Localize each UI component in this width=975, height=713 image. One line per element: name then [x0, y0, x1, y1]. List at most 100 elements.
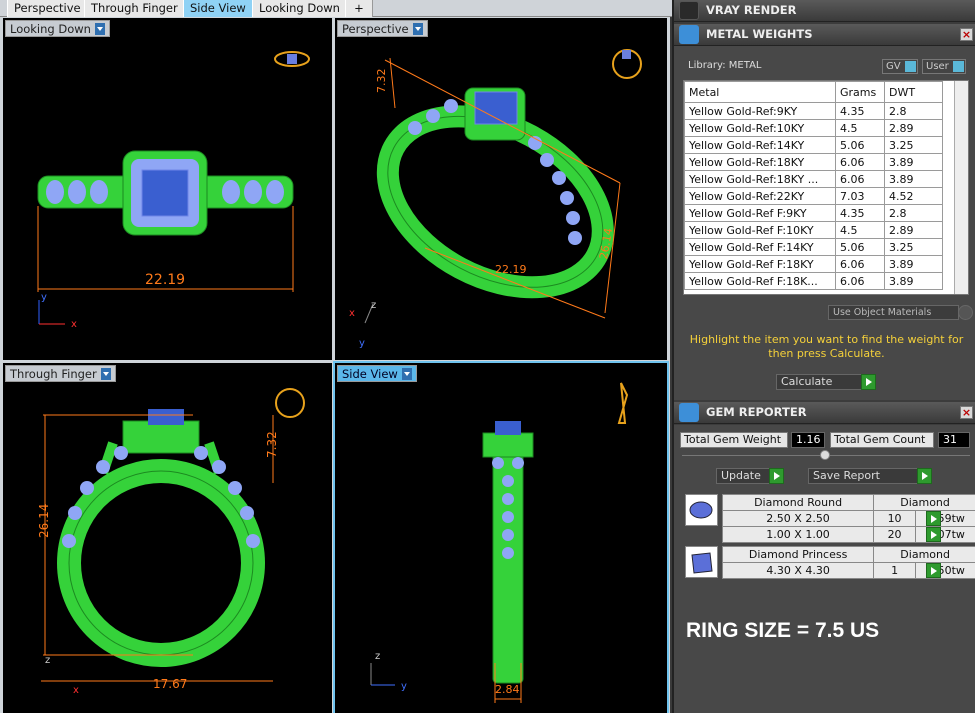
table-row[interactable]: Yellow Gold-Ref F:18K... 6.06 3.89 [684, 272, 943, 290]
dwt-cell: 3.89 [884, 153, 943, 171]
table-row[interactable]: Yellow Gold-Ref:18KY 6.06 3.89 [684, 153, 943, 171]
vray-icon [679, 1, 699, 20]
add-tab-button[interactable]: + [345, 0, 373, 17]
metal-weights-header[interactable]: METAL WEIGHTS × [674, 24, 975, 46]
svg-text:y: y [41, 292, 47, 303]
vray-render-header[interactable]: VRAY RENDER [674, 0, 975, 22]
total-gem-count-value: 31 [938, 432, 970, 448]
viewport-menu-through-finger[interactable]: Through Finger [5, 365, 116, 382]
total-gem-weight-label: Total Gem Weight [680, 432, 788, 448]
viewport-side-view[interactable]: 2.84 z y Side View [333, 361, 669, 713]
viewport-menu-perspective[interactable]: Perspective [337, 20, 428, 37]
svg-text:y: y [359, 338, 365, 349]
grams-cell: 5.06 [835, 136, 885, 154]
metal-name-cell: Yellow Gold-Ref F:9KY [684, 204, 836, 222]
tab-side-view[interactable]: Side View [183, 0, 253, 17]
side-panel: VRAY RENDER METAL WEIGHTS × Library: MET… [672, 0, 975, 713]
svg-text:7.32: 7.32 [265, 431, 279, 458]
tab-perspective[interactable]: Perspective [7, 0, 88, 17]
select-gems-button[interactable] [926, 563, 941, 578]
grams-cell: 7.03 [835, 187, 885, 205]
dwt-cell: 3.25 [884, 136, 943, 154]
metal-name-cell: Yellow Gold-Ref:9KY [684, 102, 836, 120]
viewport-perspective[interactable]: 7.32 26.14 22.19 z x y Perspective [335, 18, 667, 360]
grams-cell: 6.06 [835, 255, 885, 273]
dimension-width-label: 22.19 [145, 272, 185, 288]
gv-toggle[interactable]: GV [882, 59, 918, 74]
tab-looking-down[interactable]: Looking Down [252, 0, 347, 17]
column-header-metal[interactable]: Metal [684, 81, 836, 103]
perspective-render: 7.32 26.14 22.19 z x y [349, 49, 642, 349]
svg-text:17.67: 17.67 [153, 677, 187, 691]
viewport-tab-bar: Perspective Through Finger Side View Loo… [0, 0, 672, 17]
tab-through-finger[interactable]: Through Finger [84, 0, 185, 17]
svg-text:z: z [371, 300, 376, 311]
gem-reporter-panel: Total Gem Weight 1.16 Total Gem Count 31… [674, 425, 975, 713]
ring-size-label: RING SIZE = 7.5 US [686, 619, 880, 642]
update-button[interactable]: Update [716, 468, 784, 484]
princess-diamond-icon [685, 546, 718, 578]
table-row[interactable]: Yellow Gold-Ref:14KY 5.06 3.25 [684, 136, 943, 154]
metal-name-cell: Yellow Gold-Ref F:10KY [684, 221, 836, 239]
metal-name-cell: Yellow Gold-Ref:18KY [684, 153, 836, 171]
grams-cell: 6.06 [835, 153, 885, 171]
viewport-menu-looking-down[interactable]: Looking Down [5, 20, 110, 37]
svg-text:7.32: 7.32 [375, 69, 388, 94]
metal-table: Metal Grams DWT Yellow Gold-Ref:9KY 4.35 2… [683, 80, 969, 295]
calculate-hint: Highlight the item you want to find the … [689, 333, 964, 360]
looking-down-render: 22.19 y x [37, 51, 310, 330]
dwt-cell: 2.89 [884, 221, 943, 239]
close-icon[interactable]: × [960, 406, 973, 419]
library-label: Library: METAL [688, 60, 762, 71]
table-row[interactable]: Yellow Gold-Ref:10KY 4.5 2.89 [684, 119, 943, 137]
viewport-through-finger[interactable]: 26.14 7.32 17.67 z x Through Finger [3, 363, 332, 713]
dwt-cell: 4.52 [884, 187, 943, 205]
table-row[interactable]: Yellow Gold-Ref:18KY ... 6.06 3.89 [684, 170, 943, 188]
viewport-looking-down[interactable]: 22.19 y x Looking Down [3, 18, 332, 360]
grams-cell: 4.35 [835, 102, 885, 120]
column-header-dwt[interactable]: DWT [884, 81, 943, 103]
flask-icon [679, 25, 699, 44]
gem-reporter-header[interactable]: GEM REPORTER × [674, 402, 975, 424]
dwt-cell: 3.89 [884, 272, 943, 290]
table-row[interactable]: Yellow Gold-Ref F:14KY 5.06 3.25 [684, 238, 943, 256]
splitter-handle[interactable] [820, 450, 830, 460]
grams-cell: 6.06 [835, 170, 885, 188]
table-row[interactable]: Yellow Gold-Ref F:9KY 4.35 2.8 [684, 204, 943, 222]
grams-cell: 5.06 [835, 238, 885, 256]
gem-report-icon [679, 403, 699, 422]
dwt-cell: 3.89 [884, 255, 943, 273]
metal-name-cell: Yellow Gold-Ref F:18KY [684, 255, 836, 273]
metal-name-cell: Yellow Gold-Ref F:18K... [684, 272, 836, 290]
svg-text:26.14: 26.14 [37, 504, 51, 538]
user-toggle[interactable]: User [922, 59, 966, 74]
table-row[interactable]: Yellow Gold-Ref F:10KY 4.5 2.89 [684, 221, 943, 239]
select-gems-button[interactable] [926, 527, 941, 542]
dwt-cell: 3.89 [884, 170, 943, 188]
grams-cell: 4.5 [835, 119, 885, 137]
svg-text:22.19: 22.19 [495, 263, 527, 276]
table-row[interactable]: Yellow Gold-Ref:9KY 4.35 2.8 [684, 102, 943, 120]
use-object-materials-toggle[interactable]: Use Object Materials [828, 305, 973, 320]
close-icon[interactable]: × [960, 28, 973, 41]
through-finger-render: 26.14 7.32 17.67 z x [37, 388, 305, 696]
dwt-cell: 2.8 [884, 204, 943, 222]
gem-material: Diamond [873, 494, 975, 511]
column-header-grams[interactable]: Grams [835, 81, 885, 103]
save-report-button[interactable]: Save Report [808, 468, 932, 484]
table-row[interactable]: Yellow Gold-Ref:22KY 7.03 4.52 [684, 187, 943, 205]
select-gems-button[interactable] [926, 511, 941, 526]
total-gem-weight-value: 1.16 [791, 432, 825, 448]
metal-name-cell: Yellow Gold-Ref:10KY [684, 119, 836, 137]
grams-cell: 6.06 [835, 272, 885, 290]
svg-text:y: y [401, 681, 407, 692]
metal-weights-panel: Library: METAL GV User Metal Grams DWT Y… [674, 46, 975, 400]
metal-table-scrollbar[interactable] [954, 81, 968, 294]
table-row[interactable]: Yellow Gold-Ref F:18KY 6.06 3.89 [684, 255, 943, 273]
gem-name: Diamond Princess [721, 546, 875, 563]
dwt-cell: 3.25 [884, 238, 943, 256]
metal-name-cell: Yellow Gold-Ref:14KY [684, 136, 836, 154]
svg-text:z: z [375, 651, 380, 662]
viewport-menu-side-view[interactable]: Side View [337, 365, 417, 382]
calculate-button[interactable]: Calculate [776, 374, 876, 390]
